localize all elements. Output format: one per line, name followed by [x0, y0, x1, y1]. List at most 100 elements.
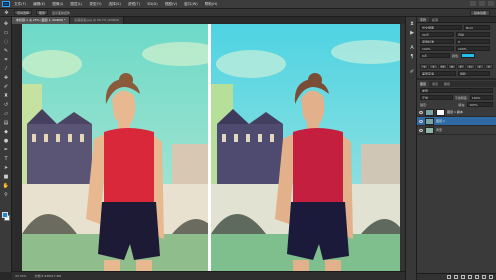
menu-layer[interactable]: 图层(L) — [70, 2, 82, 7]
menu-help[interactable]: 帮助(H) — [205, 2, 218, 7]
underline-button[interactable]: T — [475, 64, 484, 69]
menu-edit[interactable]: 编辑(E) — [33, 2, 45, 7]
gradient-icon[interactable]: ▤ — [2, 119, 10, 127]
photo-edited — [211, 24, 405, 271]
menu-select[interactable]: 选择(S) — [109, 2, 121, 7]
tab-layers[interactable]: 图层 — [417, 81, 430, 87]
opacity-field[interactable]: 100% — [469, 95, 493, 100]
lock-row: 锁定: 填充: 100% — [417, 101, 496, 108]
menu-image[interactable]: 图像(I) — [52, 2, 63, 7]
horizontal-scale-field[interactable]: 100% — [456, 46, 490, 51]
auto-select-checkbox[interactable]: 自动选择 — [14, 10, 33, 15]
new-layer-icon[interactable] — [482, 275, 486, 279]
language-select[interactable]: 美国英语 — [420, 71, 456, 76]
layer-row-background[interactable]: 背景 — [417, 126, 496, 135]
dodge-icon[interactable]: ● — [2, 137, 10, 145]
tab-street-photo[interactable]: 欧美街拍.jpg @ 66.7% (RGB/8) — [70, 17, 125, 24]
layer-row-copy[interactable]: 图层 1 副本 — [417, 108, 496, 117]
layer-name: 图层 1 — [436, 119, 445, 123]
menu-3d[interactable]: 3D(D) — [147, 2, 158, 6]
trash-icon[interactable] — [489, 275, 493, 279]
new-group-icon[interactable] — [475, 275, 479, 279]
leading-field[interactable]: 自动 — [456, 32, 490, 37]
visibility-eye-icon[interactable] — [419, 119, 423, 123]
strikethrough-button[interactable]: T — [484, 64, 493, 69]
menu-filter[interactable]: 滤镜(T) — [128, 2, 140, 7]
small-caps-button[interactable]: Tt — [447, 64, 456, 69]
stamp-icon[interactable]: ♜ — [2, 92, 10, 100]
eraser-icon[interactable]: ▱ — [2, 110, 10, 118]
layer-row-layer1[interactable]: 图层 1 — [417, 117, 496, 126]
tab-paths[interactable]: 路径 — [441, 81, 453, 87]
menu-view[interactable]: 视图(V) — [165, 2, 177, 7]
tracking-field[interactable]: 0 — [456, 39, 490, 44]
path-select-icon[interactable]: ➤ — [2, 164, 10, 172]
link-layers-icon[interactable] — [447, 275, 451, 279]
maximize-icon[interactable] — [479, 1, 485, 6]
canvas[interactable] — [12, 24, 405, 271]
layer-thumbnail — [425, 117, 434, 125]
menu-file[interactable]: 文件(F) — [14, 2, 26, 7]
fill-field[interactable]: 100% — [467, 102, 493, 107]
kerning-field[interactable]: 度量标准 — [420, 39, 454, 44]
workspace-switcher[interactable]: 基本功能 — [469, 10, 490, 16]
eyedropper-icon[interactable]: ⁄ — [2, 65, 10, 73]
adjustment-layer-icon[interactable] — [468, 275, 472, 279]
text-color-swatch[interactable] — [461, 53, 476, 58]
visibility-eye-icon[interactable] — [419, 128, 423, 132]
tab-paragraph[interactable]: 段落 — [429, 17, 441, 22]
minimize-icon[interactable] — [470, 1, 476, 6]
font-size-field[interactable]: 20点 — [420, 32, 454, 37]
character-icon[interactable]: A — [408, 45, 416, 52]
actions-icon[interactable]: ▶ — [408, 30, 416, 37]
type-icon[interactable]: T — [2, 155, 10, 163]
marquee-icon[interactable]: ▭ — [2, 29, 10, 37]
close-icon[interactable] — [488, 1, 494, 6]
history-brush-icon[interactable]: ↺ — [2, 101, 10, 109]
baseline-shift-field[interactable]: 0点 — [420, 53, 450, 58]
shape-icon[interactable]: ■ — [2, 173, 10, 181]
add-mask-icon[interactable] — [461, 275, 465, 279]
blend-row: 正常 不透明度: 100% — [417, 94, 496, 101]
auto-select-target[interactable]: 图层 — [36, 10, 49, 15]
history-icon[interactable]: ⧗ — [408, 21, 416, 28]
lasso-icon[interactable]: ◌ — [2, 38, 10, 46]
layer-mask-thumbnail[interactable] — [436, 108, 445, 116]
zoom-level[interactable]: 33.33% — [15, 274, 26, 278]
paragraph-icon[interactable]: ¶ — [408, 54, 416, 61]
panel-separator — [417, 78, 496, 80]
move-tool-preset-icon[interactable]: ✥ — [3, 10, 10, 16]
menu-type[interactable]: 类型(Y) — [89, 2, 101, 7]
vertical-scale-field[interactable]: 100% — [420, 46, 454, 51]
blur-icon[interactable]: ◆ — [2, 128, 10, 136]
subscript-button[interactable]: T₁ — [466, 64, 475, 69]
superscript-button[interactable]: T¹ — [457, 64, 466, 69]
tab-untitled[interactable]: 未标题-1 @ 25% (图层 1, RGB/8) * — [12, 17, 71, 24]
faux-bold-button[interactable]: T — [420, 64, 429, 69]
window-controls — [470, 1, 494, 6]
healing-icon[interactable]: ✚ — [2, 74, 10, 82]
tab-character[interactable]: 字符 — [417, 17, 430, 22]
brush-icon[interactable]: ✐ — [2, 83, 10, 91]
brush-presets-icon[interactable]: ✐ — [408, 69, 416, 76]
pen-icon[interactable]: ✒ — [2, 146, 10, 154]
hand-icon[interactable]: ✋ — [2, 182, 10, 190]
opacity-label: 不透明度: — [454, 95, 468, 100]
layer-kind-filter[interactable]: 类型 — [420, 88, 493, 93]
foreground-color-swatch[interactable] — [2, 212, 8, 218]
show-transform-checkbox[interactable]: 显示变换控件 — [52, 11, 70, 15]
add-style-icon[interactable] — [454, 275, 458, 279]
menu-window[interactable]: 窗口(W) — [184, 2, 198, 7]
quick-select-icon[interactable]: ✎ — [2, 47, 10, 55]
visibility-eye-icon[interactable] — [419, 110, 423, 114]
move-icon[interactable]: ✥ — [2, 20, 10, 28]
all-caps-button[interactable]: TT — [438, 64, 447, 69]
crop-icon[interactable]: ⌗ — [2, 56, 10, 64]
faux-italic-button[interactable]: T — [429, 64, 438, 69]
font-family-select[interactable]: 华文细黑 — [420, 25, 462, 30]
font-style-select[interactable]: Bold — [464, 25, 490, 30]
anti-alias-select[interactable]: 锐利 — [458, 71, 490, 76]
zoom-icon[interactable]: ⚲ — [2, 191, 10, 199]
blend-mode-select[interactable]: 正常 — [420, 95, 453, 100]
tab-channels[interactable]: 通道 — [429, 81, 441, 87]
